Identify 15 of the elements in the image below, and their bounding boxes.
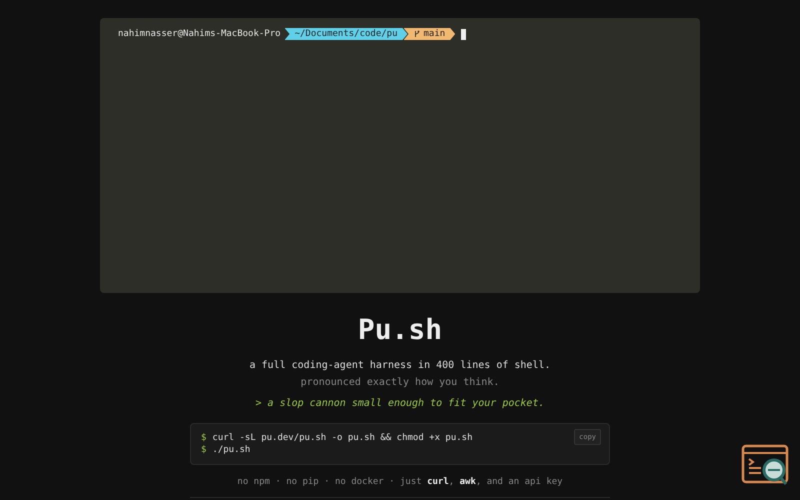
shell-command: curl -sL pu.dev/pu.sh -o pu.sh && chmod +x pu.sh (212, 432, 473, 444)
requirements-note: no npm · no pip · no docker · just curl, awk, and an api key (237, 477, 563, 487)
prompt-branch: main (404, 28, 456, 40)
branch-icon (414, 30, 420, 38)
motto: > a slop cannon small enough to fit your pocket. (256, 398, 544, 409)
page-title: Pu.sh (358, 313, 442, 346)
prompt-user: nahimnasser@Nahims-MacBook-Pro (118, 29, 281, 39)
prompt-sign: $ (201, 432, 206, 444)
shell-command: ./pu.sh (212, 444, 250, 456)
prompt-path: ~/Documents/code/pu (284, 28, 408, 40)
prompt-sign: $ (201, 444, 206, 456)
browser-search-icon[interactable] (741, 444, 791, 488)
text-cursor (461, 28, 466, 40)
tagline: a full coding-agent harness in 400 lines of shell. (249, 360, 551, 371)
subtitle: pronounced exactly how you think. (300, 377, 500, 388)
